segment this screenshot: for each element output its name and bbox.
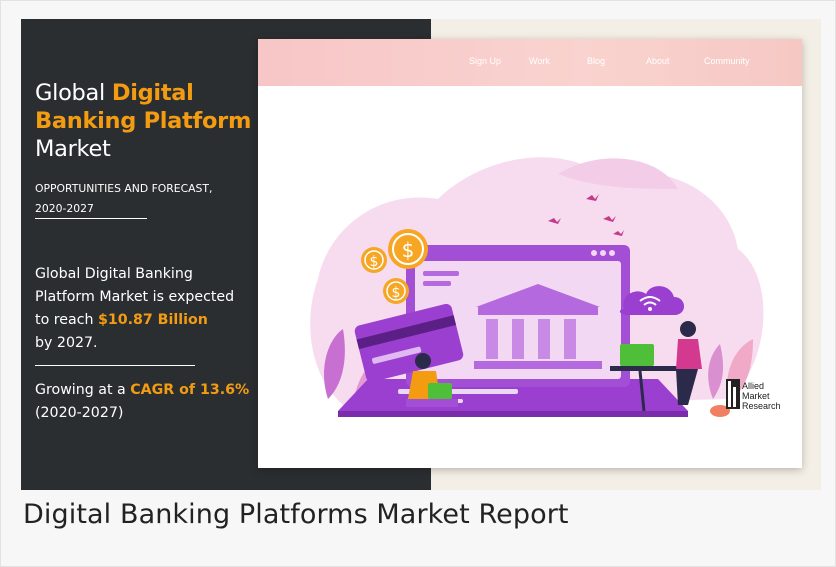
logo-text-line2: Market bbox=[742, 391, 770, 401]
image-caption: Digital Banking Platforms Market Report bbox=[23, 499, 569, 530]
headline-line3: Market bbox=[35, 136, 111, 162]
growth-prefix: Growing at a bbox=[35, 382, 131, 398]
subtitle-line1: OPPORTUNITIES AND FORECAST, bbox=[35, 182, 213, 195]
cagr-value: CAGR of 13.6% bbox=[130, 382, 250, 398]
divider-2 bbox=[35, 365, 195, 366]
expect-line1: Global Digital Banking bbox=[35, 266, 193, 282]
growth-period: (2020-2027) bbox=[35, 405, 124, 421]
expect-line2: Platform Market is expected bbox=[35, 289, 235, 305]
svg-text:$: $ bbox=[392, 285, 401, 301]
website-mockup: Sign Up Work Blog About Community $ $ $ … bbox=[258, 39, 802, 468]
expect-line3-prefix: to reach bbox=[35, 312, 98, 328]
dollar-coin-icon: $ bbox=[383, 278, 409, 304]
allied-market-research-logo: Allied Market Research bbox=[726, 379, 781, 411]
svg-text:$: $ bbox=[370, 254, 379, 270]
headline-word-global: Global bbox=[35, 80, 112, 106]
headline-word-digital: Digital bbox=[111, 80, 194, 106]
svg-text:$: $ bbox=[402, 238, 415, 262]
logo-text-line3: Research bbox=[742, 401, 781, 411]
expect-line4: by 2027. bbox=[35, 335, 98, 351]
forecast-subtitle: OPPORTUNITIES AND FORECAST, 2020-2027 bbox=[35, 179, 255, 219]
subtitle-line2: 2020-2027 bbox=[35, 202, 94, 215]
divider-1 bbox=[35, 218, 147, 219]
growth-statement: Growing at a CAGR of 13.6% (2020-2027) bbox=[35, 379, 270, 425]
infographic-image: Global Digital Banking Platform Market O… bbox=[21, 19, 821, 490]
headline-line2: Banking Platform bbox=[35, 108, 252, 134]
dollar-coin-icon: $ bbox=[361, 247, 387, 273]
image-card: Global Digital Banking Platform Market O… bbox=[0, 0, 836, 567]
market-expectation: Global Digital Banking Platform Market i… bbox=[35, 263, 270, 355]
dollar-coin-icon: $ bbox=[388, 229, 428, 269]
logo-text-line1: Allied bbox=[742, 381, 764, 391]
headline: Global Digital Banking Platform Market bbox=[35, 79, 265, 163]
banking-illustration: $ $ $ Allied Market Research bbox=[310, 157, 781, 417]
market-value: $10.87 Billion bbox=[98, 312, 208, 328]
